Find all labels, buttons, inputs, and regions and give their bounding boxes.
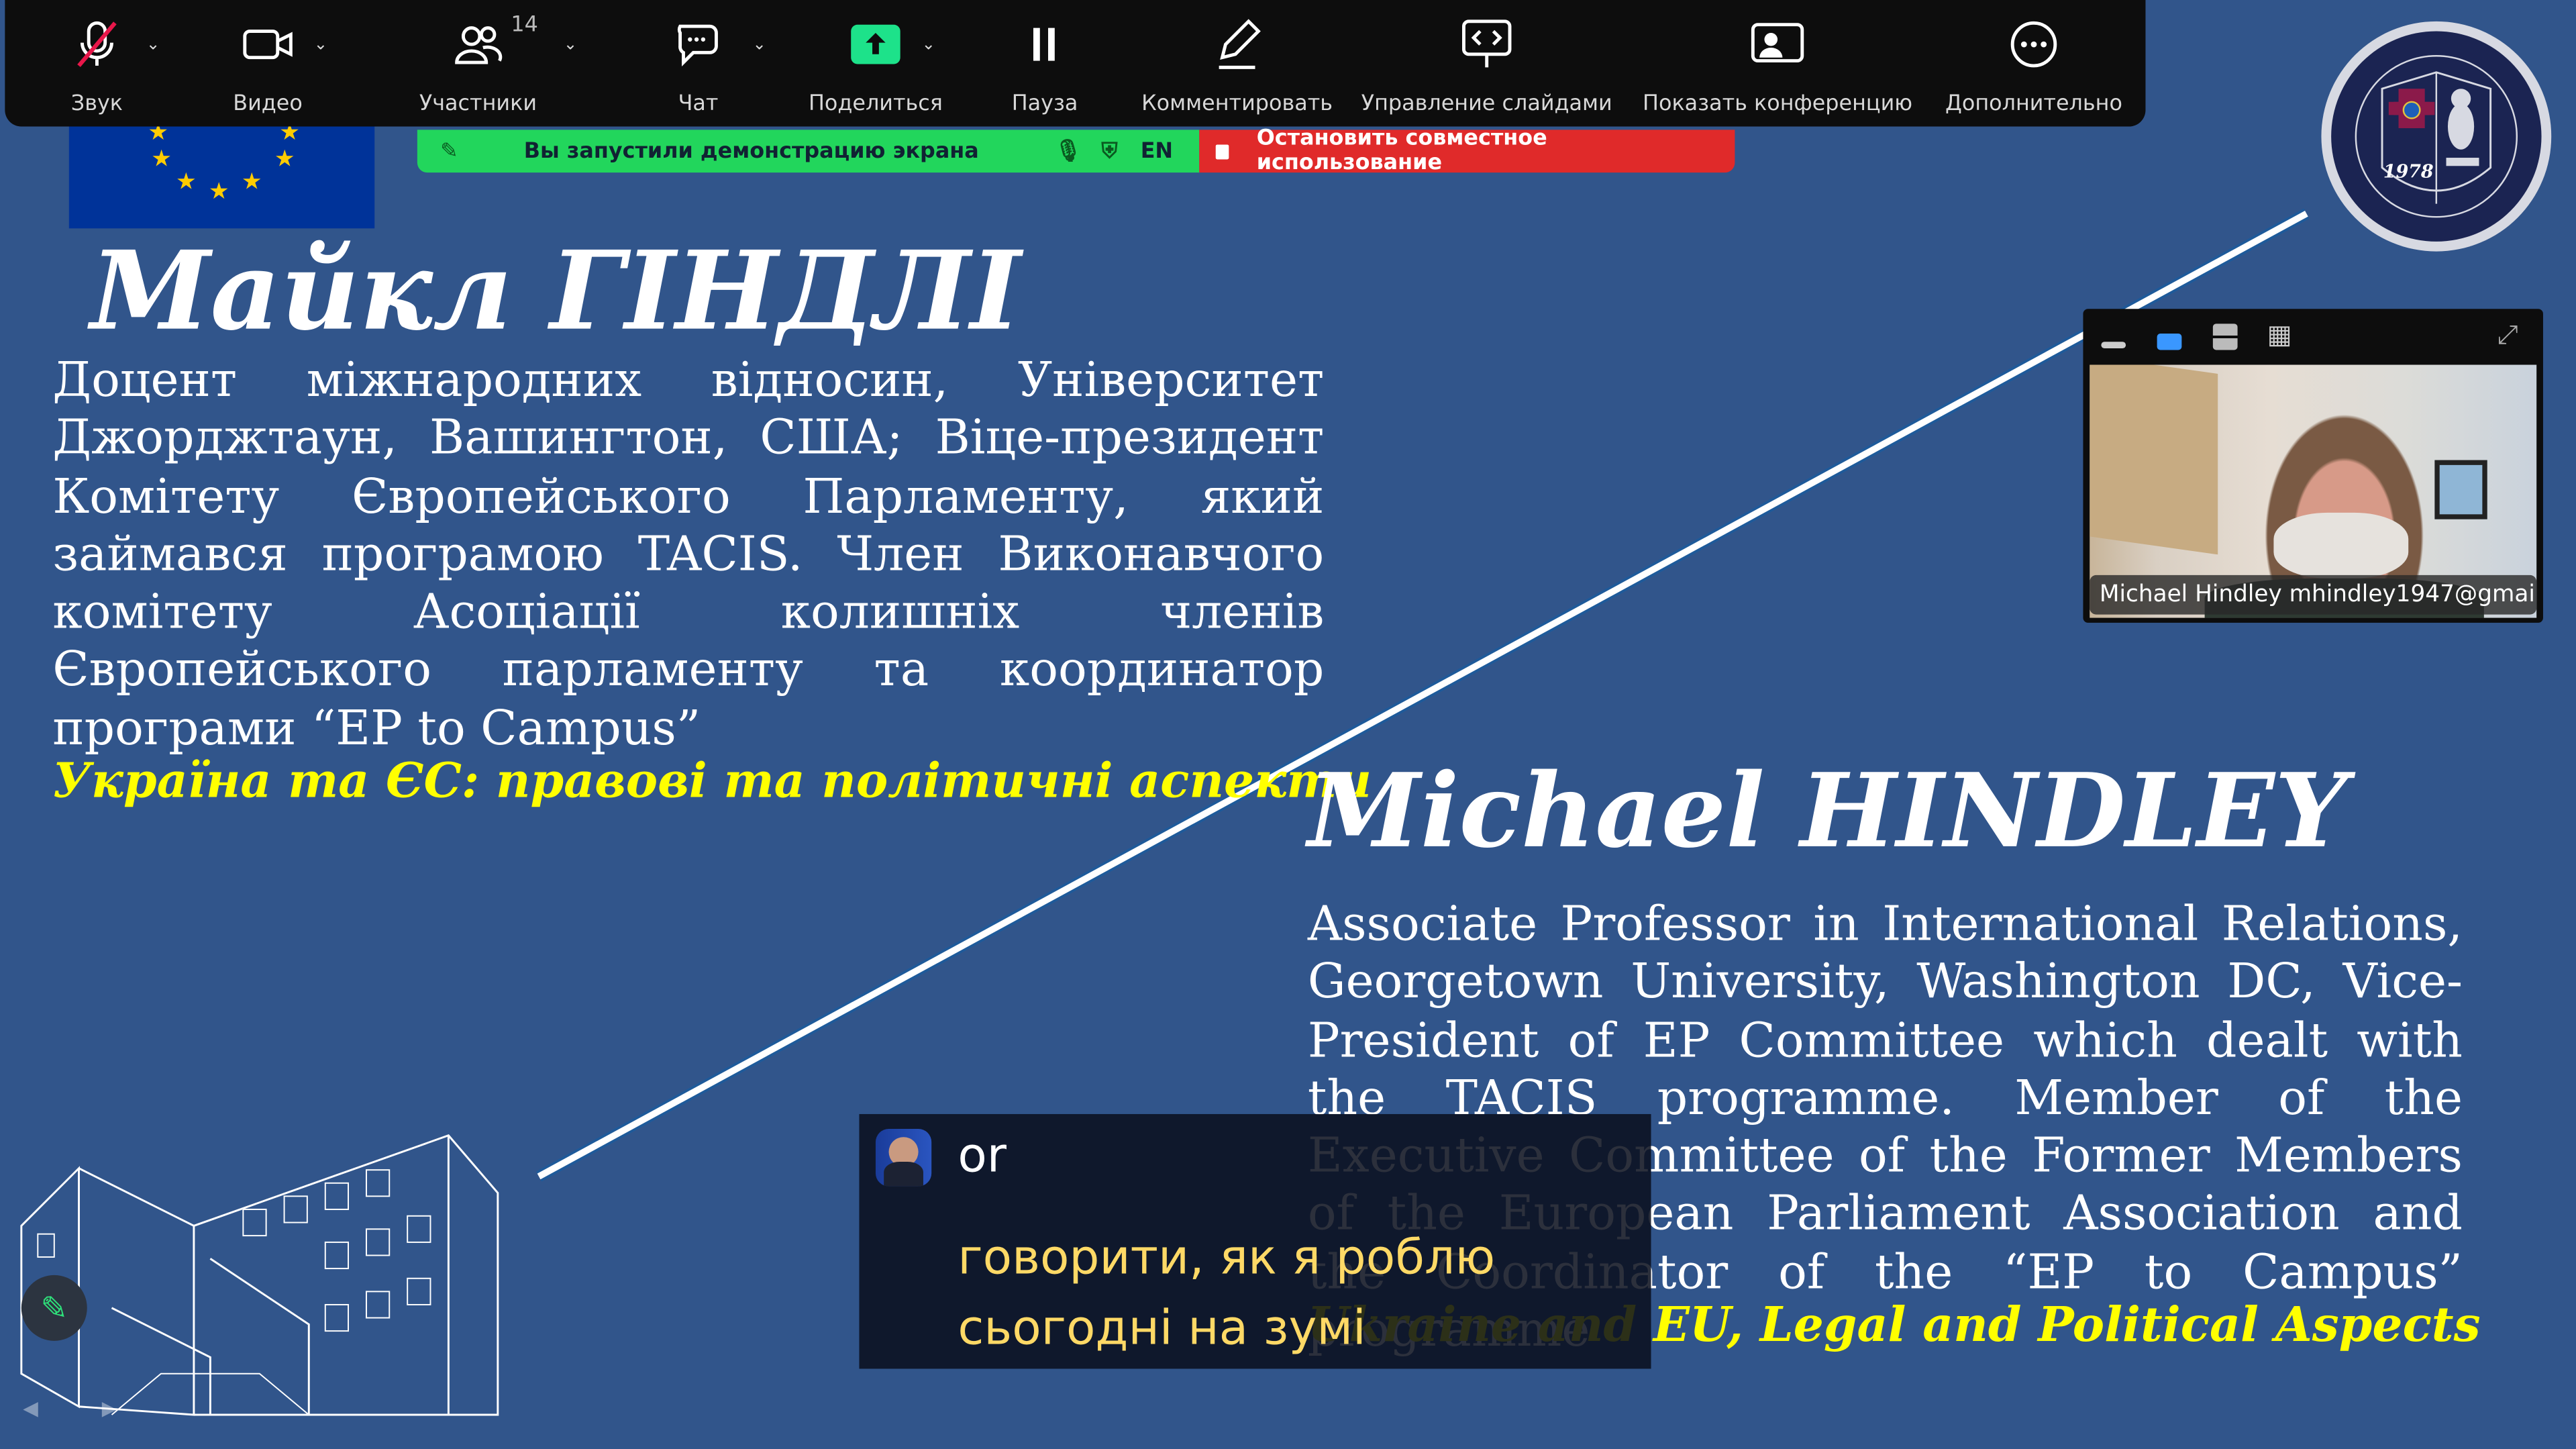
audio-button[interactable]: Звук [54, 13, 140, 122]
speaker-name-ukrainian: Майкл ГІНДЛІ [90, 226, 1021, 355]
participants-count-badge: 14 [511, 13, 538, 38]
video-camera-icon [242, 13, 294, 76]
side-by-side-view-button[interactable] [2212, 323, 2238, 350]
caption-line-translation: говорити, як я роблю [958, 1229, 1496, 1285]
stop-share-button[interactable]: Остановить совместное использование [1199, 127, 1735, 176]
participant-name-label: Michael Hindley mhindley1947@gmai... [2090, 574, 2537, 615]
minimize-video-button[interactable] [2101, 342, 2126, 349]
chat-button[interactable]: Чат [662, 13, 735, 122]
pause-icon [1029, 13, 1062, 76]
chat-icon [674, 13, 723, 76]
stop-icon [1215, 144, 1229, 159]
drag-handle-icon[interactable]: ✎ [440, 139, 458, 164]
chat-label: Чат [678, 92, 719, 117]
speaker-view-button[interactable] [2157, 334, 2182, 350]
annotate-label: Комментировать [1141, 92, 1333, 117]
pause-share-button[interactable]: Пауза [1004, 13, 1086, 122]
screen-share-status-bar[interactable]: ✎ Вы запустили демонстрацию экрана 🎙 ⛨ E… [417, 130, 1200, 173]
share-button[interactable]: Поделиться [803, 13, 947, 122]
share-label: Поделиться [808, 92, 943, 117]
chevron-down-icon[interactable]: ⌄ [752, 36, 766, 54]
slide-control-icon [1461, 13, 1513, 76]
meeting-toolbar: Звук ⌄ Видео ⌄ Участники 14 ⌄ Чат ⌄ Поде… [5, 0, 2146, 127]
academy-seal-logo: 1978 [2320, 19, 2553, 253]
participant-video-feed: Michael Hindley mhindley1947@gmai... [2090, 364, 2537, 618]
language-indicator[interactable]: EN [1141, 139, 1173, 164]
speaker-bio-ukrainian: Доцент міжнародних відносин, Університет… [52, 351, 1325, 756]
svg-text:1978: 1978 [2383, 161, 2434, 182]
shield-icon: ⛨ [1101, 138, 1118, 164]
more-icon [2008, 13, 2060, 76]
speaker-avatar [875, 1128, 932, 1187]
show-meeting-button[interactable]: Показать конференцию [1638, 13, 1917, 122]
slide-control-button[interactable]: Управление слайдами [1359, 13, 1615, 122]
microphone-muted-icon: 🎙 [1054, 138, 1082, 164]
zoom-screen-share: ★ ★ ★ ★ ★ ★ ★ 1978 Майкл ГІНДЛІ Доцент міжна… [0, 0, 2576, 1449]
video-label: Видео [233, 92, 303, 117]
chevron-down-icon[interactable]: ⌄ [564, 36, 578, 54]
stop-share-label: Остановить совместное использование [1256, 126, 1547, 176]
show-meeting-icon [1749, 13, 1805, 76]
audio-label: Звук [70, 92, 123, 117]
more-label: Дополнительно [1945, 92, 2122, 117]
chevron-down-icon[interactable]: ⌄ [146, 36, 160, 54]
annotate-pencil-icon [1213, 13, 1261, 76]
annotate-toolbar-button[interactable]: Комментировать [1139, 13, 1336, 122]
video-button[interactable]: Видео [219, 13, 317, 122]
caption-line-original: or [958, 1127, 1007, 1183]
chevron-down-icon[interactable]: ⌄ [314, 36, 328, 54]
expand-icon[interactable]: ⤢ [2497, 319, 2518, 352]
participants-label: Участники [419, 92, 537, 117]
chevron-down-icon[interactable]: ⌄ [921, 36, 935, 54]
gallery-view-icon[interactable]: ▦ [2267, 321, 2292, 348]
participant-video-window[interactable]: ▦ ⤢ Michael Hindley mhindley1947@gmai... [2083, 309, 2543, 623]
slide-control-label: Управление слайдами [1361, 92, 1612, 117]
pencil-icon: ✎ [40, 1288, 68, 1328]
microphone-muted-icon [72, 13, 121, 76]
annotate-button[interactable]: ✎ [21, 1275, 87, 1341]
lecture-topic-ukrainian: Україна та ЄС: правові та політичні аспе… [52, 752, 1372, 809]
live-captions-panel[interactable]: or говорити, як я роблю сьогодні на зумі [859, 1113, 1651, 1369]
pause-label: Пауза [1011, 92, 1078, 117]
slide-prev-button[interactable]: ◀ [23, 1397, 38, 1419]
speaker-name-english: Michael HINDLEY [1307, 750, 2348, 871]
participants-icon [454, 13, 503, 76]
slide-next-button[interactable]: ▶ [102, 1397, 117, 1419]
share-status-text: Вы запустили демонстрацию экрана [523, 138, 979, 164]
share-screen-icon [849, 13, 902, 76]
caption-line-translation: сьогодні на зумі [958, 1299, 1366, 1356]
more-button[interactable]: Дополнительно [1940, 13, 2127, 122]
academy-building-sketch [20, 1134, 499, 1416]
show-meeting-label: Показать конференцию [1643, 92, 1913, 117]
